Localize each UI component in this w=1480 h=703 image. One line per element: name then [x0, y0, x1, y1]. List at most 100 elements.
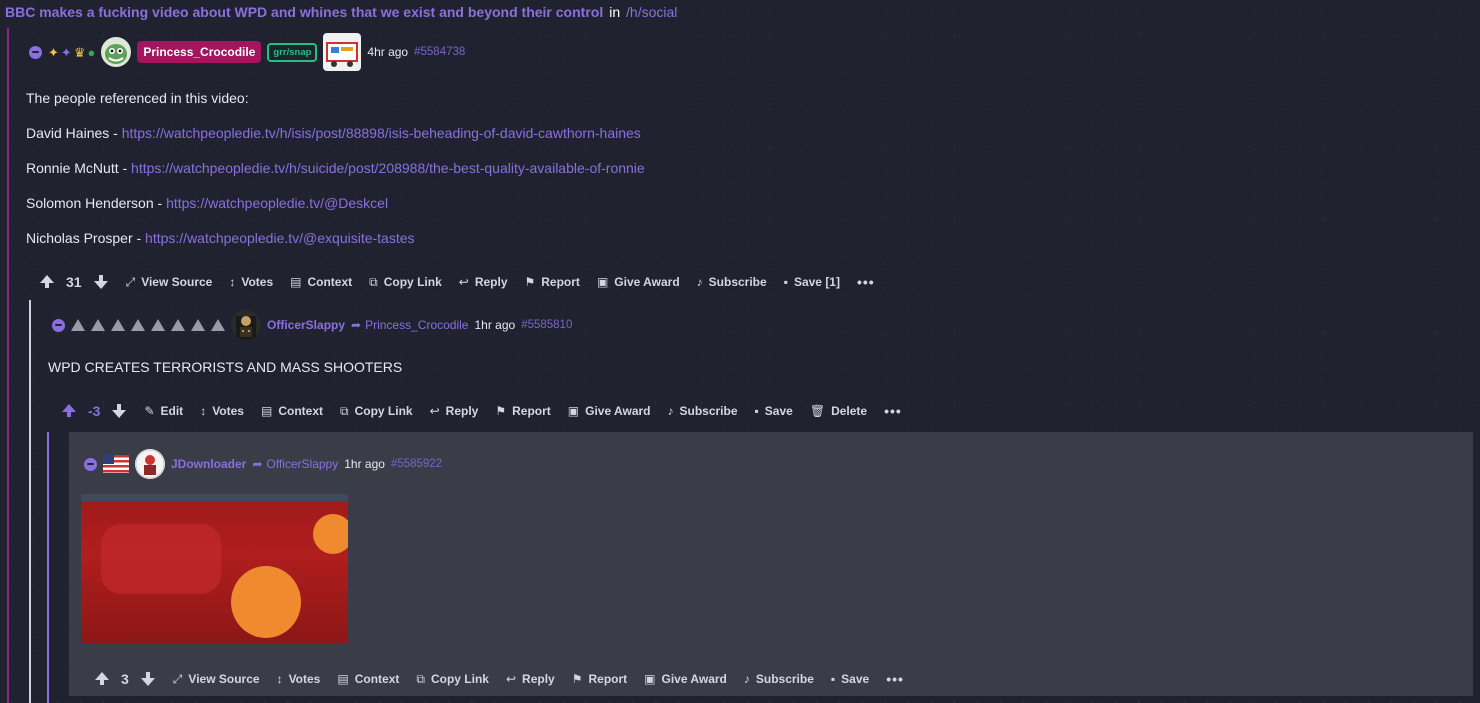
- give-award-button[interactable]: ▣ Give Award: [644, 672, 727, 686]
- report-button[interactable]: ⚑ Report: [572, 672, 627, 686]
- comment-id[interactable]: #5585810: [521, 319, 572, 331]
- collapse-icon[interactable]: [84, 457, 97, 471]
- give-award-button[interactable]: ▣ Give Award: [568, 404, 651, 418]
- action-bar: 31 ⤢ View Source ↕ Votes ▤ Context ⧉ Copy Li…: [40, 274, 892, 290]
- view-source-button[interactable]: ⤢ View Source: [126, 275, 213, 290]
- flag-icon: ⚑: [524, 275, 536, 289]
- context-button[interactable]: ▤ Context: [261, 404, 323, 418]
- thread-line-level2[interactable]: [47, 432, 49, 703]
- copy-link-button[interactable]: ⧉ Copy Link: [416, 672, 489, 687]
- upvote-icon[interactable]: [95, 672, 109, 685]
- upvote-icon[interactable]: [62, 404, 76, 417]
- bell-icon: ♪: [696, 275, 703, 289]
- comment-intro: The people referenced in this video:: [26, 90, 249, 106]
- reply-to[interactable]: ➦ Princess_Crocodile: [351, 318, 468, 332]
- gift-icon: ▣: [567, 404, 580, 418]
- copy-link-button[interactable]: ⧉ Copy Link: [369, 275, 442, 290]
- votes-button[interactable]: ↕ Votes: [200, 404, 244, 418]
- comment-line: David Haines - https://watchpeopledie.tv…: [26, 125, 641, 141]
- bell-icon: ♪: [667, 404, 674, 418]
- copy-icon: ⧉: [369, 274, 378, 289]
- comment-text: WPD CREATES TERRORISTS AND MASS SHOOTERS: [48, 359, 403, 375]
- gif-ball-small: [313, 514, 348, 554]
- copy-icon: ⧉: [416, 671, 425, 686]
- save-icon: ▪: [783, 275, 788, 289]
- avatar[interactable]: [231, 310, 261, 340]
- comment-time[interactable]: 1hr ago: [344, 457, 385, 471]
- save-button[interactable]: ▪ Save: [831, 672, 869, 686]
- context-button[interactable]: ▤ Context: [290, 275, 352, 289]
- gif-preview[interactable]: [81, 494, 348, 643]
- vote-widget: 3: [95, 671, 155, 687]
- arrows-updown-icon: ↕: [229, 275, 236, 289]
- comment-time[interactable]: 4hr ago: [367, 45, 408, 59]
- book-icon: ▤: [260, 404, 273, 418]
- verified-badge-icon: ●: [87, 44, 96, 60]
- person-link[interactable]: https://watchpeopledie.tv/@Deskcel: [166, 195, 388, 211]
- give-award-button[interactable]: ▣ Give Award: [597, 275, 680, 289]
- context-button[interactable]: ▤ Context: [337, 672, 399, 686]
- profile-badge-image: [323, 33, 362, 71]
- save-icon: ▪: [754, 404, 759, 418]
- avatar[interactable]: [101, 37, 132, 67]
- bell-icon: ♪: [743, 672, 750, 686]
- copy-icon: ⧉: [340, 403, 349, 418]
- post-title-line: BBC makes a fucking video about WPD and …: [5, 4, 677, 20]
- more-options-button[interactable]: •••: [857, 274, 875, 290]
- sub-link[interactable]: /h/social: [626, 4, 677, 20]
- comment-id[interactable]: #5584738: [414, 46, 465, 58]
- report-button[interactable]: ⚑ Report: [495, 404, 550, 418]
- user-flair: grr/snap: [267, 42, 318, 62]
- vote-widget: 31: [40, 274, 108, 290]
- delete-button[interactable]: 🗑 Delete: [810, 404, 867, 418]
- person-link[interactable]: https://watchpeopledie.tv/h/suicide/post…: [131, 160, 645, 176]
- avatar[interactable]: [135, 449, 165, 479]
- score: 31: [66, 274, 82, 290]
- in-label: in: [609, 4, 621, 20]
- person-name: Ronnie McNutt -: [26, 160, 132, 176]
- votes-button[interactable]: ↕ Votes: [277, 672, 321, 686]
- comment-line: Solomon Henderson - https://watchpeopled…: [26, 195, 388, 211]
- person-link[interactable]: https://watchpeopledie.tv/@exquisite-tas…: [145, 230, 414, 246]
- person-link[interactable]: https://watchpeopledie.tv/h/isis/post/88…: [122, 125, 641, 141]
- badge-icon: [151, 319, 165, 331]
- subscribe-button[interactable]: ♪ Subscribe: [744, 672, 814, 686]
- downvote-icon[interactable]: [112, 404, 127, 418]
- comment-time[interactable]: 1hr ago: [474, 318, 515, 332]
- save-button[interactable]: ▪ Save [1]: [784, 275, 840, 289]
- comment-header: JDownloader ➦ OfficerSlappy 1hr ago #5585…: [84, 449, 442, 479]
- downvote-icon[interactable]: [93, 275, 108, 289]
- edit-button[interactable]: ✎ Edit: [144, 404, 183, 418]
- crown-badge-icon: ♛: [73, 44, 86, 60]
- username-link[interactable]: Princess_Crocodile: [137, 41, 262, 63]
- downvote-icon[interactable]: [140, 672, 155, 686]
- username-link[interactable]: JDownloader: [171, 457, 246, 471]
- thread-line-root[interactable]: [7, 28, 9, 703]
- reply-to[interactable]: ➦ OfficerSlappy: [252, 457, 338, 471]
- comment-id[interactable]: #5585922: [391, 458, 442, 470]
- subscribe-button[interactable]: ♪ Subscribe: [697, 275, 767, 289]
- more-options-button[interactable]: •••: [886, 671, 904, 687]
- copy-link-button[interactable]: ⧉ Copy Link: [340, 404, 413, 419]
- votes-button[interactable]: ↕ Votes: [229, 275, 273, 289]
- save-button[interactable]: ▪ Save: [755, 404, 793, 418]
- sparkle-badge-icon: ✦: [60, 44, 72, 60]
- upvote-icon[interactable]: [40, 275, 54, 288]
- subscribe-button[interactable]: ♪ Subscribe: [668, 404, 738, 418]
- more-options-button[interactable]: •••: [884, 403, 902, 419]
- reply-button[interactable]: ↩ Reply: [506, 672, 555, 686]
- reply-button[interactable]: ↩ Reply: [430, 404, 479, 418]
- thread-line-level1[interactable]: [29, 300, 31, 703]
- post-title-link[interactable]: BBC makes a fucking video about WPD and …: [5, 4, 603, 20]
- flag-icon: ⚑: [571, 672, 583, 686]
- username-link[interactable]: OfficerSlappy: [267, 318, 345, 332]
- reply-icon: ↩: [458, 275, 469, 289]
- edit-icon: ✎: [144, 404, 155, 418]
- comment-line: Ronnie McNutt - https://watchpeopledie.t…: [26, 160, 645, 176]
- score: -3: [88, 403, 101, 419]
- collapse-icon[interactable]: [52, 318, 65, 332]
- report-button[interactable]: ⚑ Report: [525, 275, 580, 289]
- collapse-icon[interactable]: [29, 45, 42, 59]
- reply-button[interactable]: ↩ Reply: [459, 275, 508, 289]
- view-source-button[interactable]: ⤢ View Source: [173, 672, 260, 687]
